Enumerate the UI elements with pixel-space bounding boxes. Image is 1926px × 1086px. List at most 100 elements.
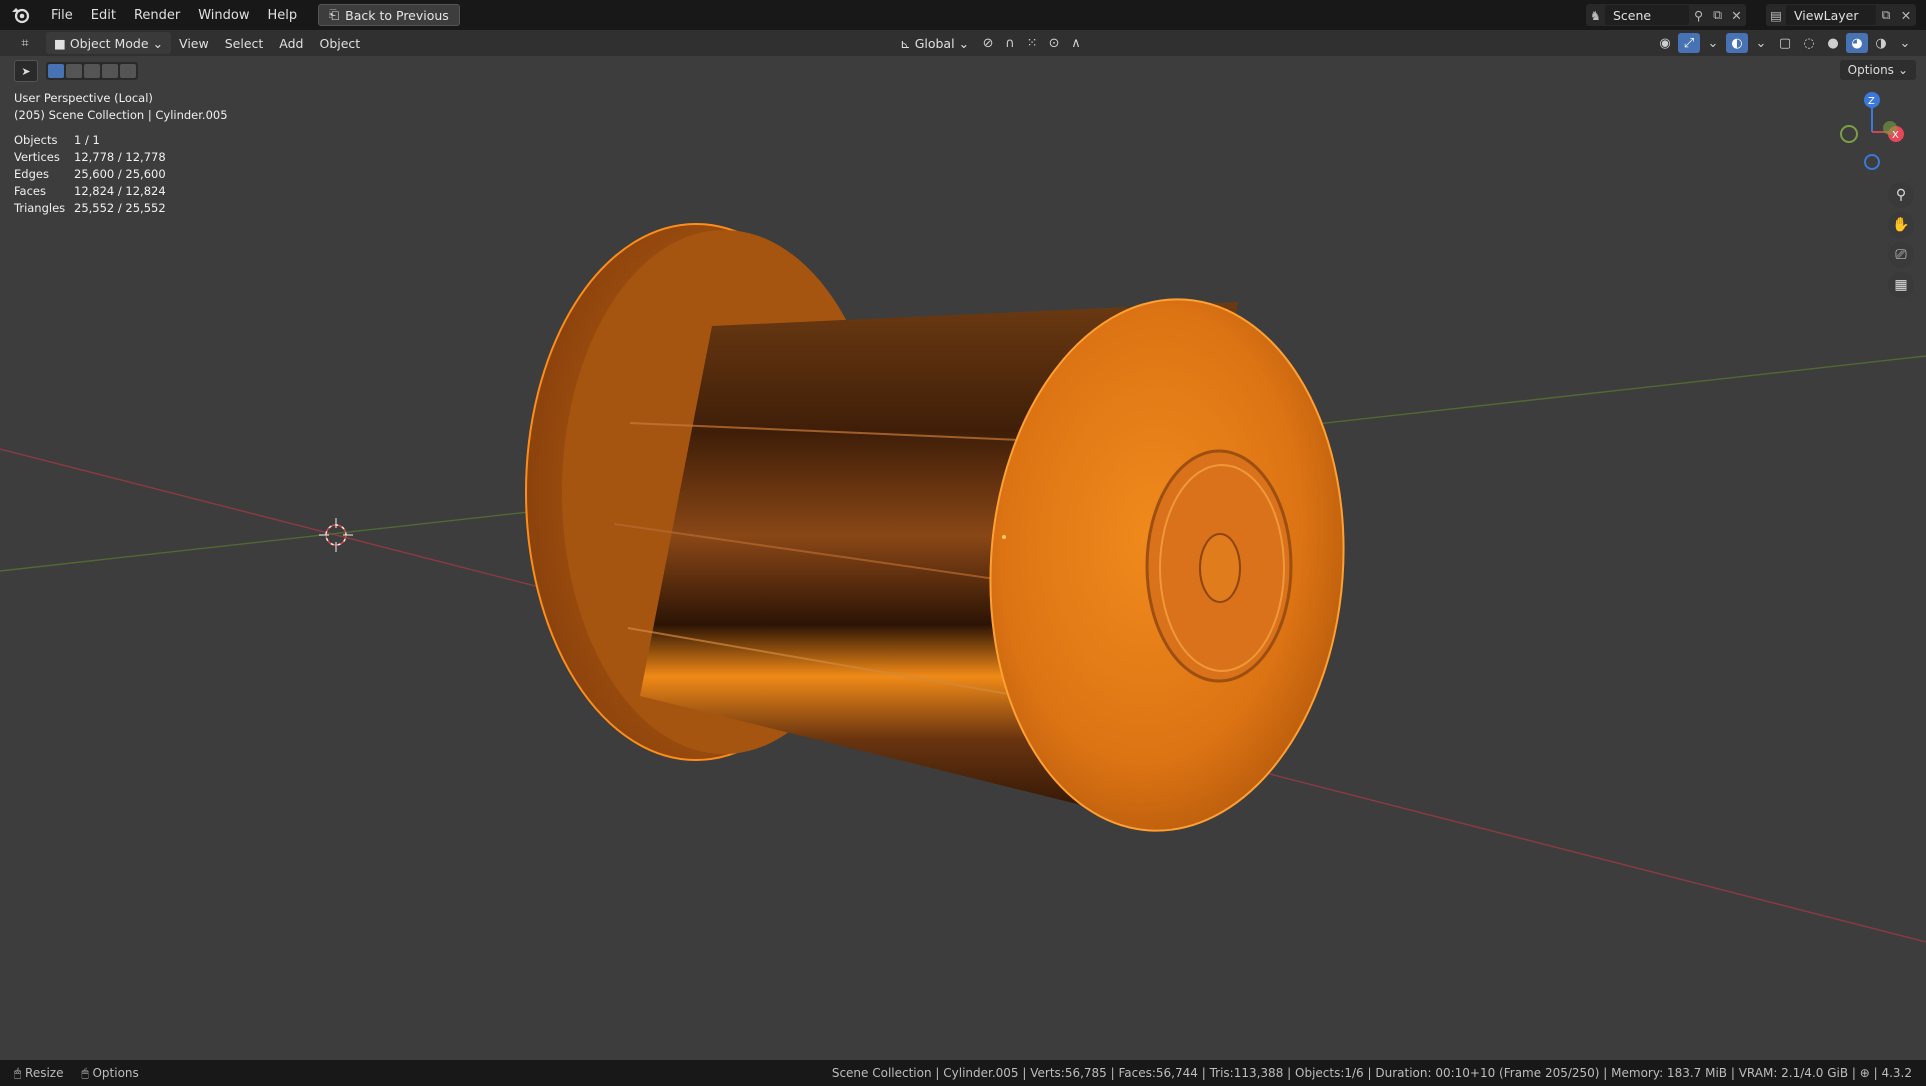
wireframe-shading-icon[interactable]: ◌ [1798, 33, 1820, 53]
view-layer-icon: ▤ [1770, 7, 1782, 23]
viewport-scene: Z X [0, 92, 1926, 943]
proportional-edit-icon[interactable]: ⊙ [1043, 33, 1065, 53]
menu-object[interactable]: Object [311, 32, 368, 54]
snap-icon[interactable]: ∩ [999, 33, 1021, 53]
stats-row: Edges 25,600 / 25,600 [14, 166, 166, 183]
menu-edit[interactable]: Edit [82, 8, 125, 23]
select-extend-icon[interactable] [66, 64, 82, 78]
stats-label: Triangles [14, 201, 66, 215]
pin-icon[interactable]: ⚲ [1689, 5, 1708, 25]
new-scene-icon[interactable]: ⧉ [1708, 5, 1727, 25]
stats-label: Edges [14, 167, 49, 181]
viewport-display-controls: ◉ ⤢ ⌄ ◐ ⌄ ▢ ◌ ● ◕ ◑ ⌄ [1654, 33, 1926, 53]
stats-row: Faces 12,824 / 12,824 [14, 183, 166, 200]
status-bar: 🖱 Resize 🖱 Options Scene Collection | Cy… [0, 1060, 1926, 1086]
select-new-icon[interactable] [48, 64, 64, 78]
material-preview-icon[interactable]: ◕ [1846, 33, 1868, 53]
chevron-down-icon: ⌄ [152, 35, 164, 51]
select-invert-icon[interactable] [102, 64, 118, 78]
cylinder-object [525, 223, 1345, 832]
scene-icon: ♞ [1589, 7, 1602, 23]
top-menu-bar: File Edit Render Window Help ⎗ Back to P… [0, 0, 1926, 30]
snap-target-icon[interactable]: ⁙ [1021, 33, 1043, 53]
stats-row: Triangles 25,552 / 25,552 [14, 200, 166, 217]
chevron-down-icon[interactable]: ⌄ [1750, 33, 1772, 53]
cursor-icon: ➤ [21, 64, 31, 78]
menu-window[interactable]: Window [189, 8, 258, 23]
stats-value: 1 / 1 [74, 133, 100, 147]
stats-value: 12,778 / 12,778 [74, 150, 166, 164]
pan-hand-icon[interactable]: ✋ [1888, 212, 1914, 238]
status-resize: 🖱 Resize [14, 1066, 63, 1081]
status-options: 🖱 Options [81, 1066, 138, 1081]
status-options-label: Options [92, 1065, 139, 1080]
gizmo-x-label: X [1892, 130, 1899, 141]
rendered-shading-icon[interactable]: ◑ [1870, 33, 1892, 53]
statistics-overlay: Objects 1 / 1 Vertices 12,778 / 12,778 Edg… [14, 132, 166, 217]
zoom-icon[interactable]: ⚲ [1888, 182, 1914, 208]
stats-value: 25,552 / 25,552 [74, 201, 166, 215]
chevron-down-icon[interactable]: ⌄ [1894, 33, 1916, 53]
blender-logo-icon[interactable] [10, 4, 32, 26]
viewport-text-info: User Perspective (Local) (205) Scene Col… [14, 90, 228, 124]
scene-selector[interactable]: ♞ Scene ⚲ ⧉ ✕ [1586, 4, 1746, 26]
status-info: Scene Collection | Cylinder.005 | Verts:… [831, 1066, 1912, 1080]
status-resize-label: Resize [25, 1065, 64, 1080]
menu-render[interactable]: Render [125, 8, 189, 23]
gizmo-toggle-icon[interactable]: ⤢ [1678, 33, 1700, 53]
viewport-options-button[interactable]: Options ⌄ [1839, 60, 1916, 80]
object-mode-label: Object Mode [69, 35, 149, 51]
perspective-label: User Perspective (Local) [14, 91, 153, 105]
menu-help[interactable]: Help [259, 8, 307, 23]
editor-type-icon[interactable]: ⌗ [14, 33, 36, 53]
menu-select[interactable]: Select [217, 32, 272, 54]
falloff-icon[interactable]: ∧ [1065, 33, 1087, 53]
select-subtract-icon[interactable] [84, 64, 100, 78]
visibility-icon[interactable]: ◉ [1654, 33, 1676, 53]
collection-info: (205) Scene Collection | Cylinder.005 [14, 108, 228, 122]
camera-view-icon[interactable]: ⎚ [1888, 242, 1914, 268]
delete-scene-icon[interactable]: ✕ [1727, 5, 1746, 25]
tool-row: ➤ [14, 60, 138, 82]
stats-label: Vertices [14, 150, 60, 164]
select-intersect-icon[interactable] [120, 64, 136, 78]
navigation-gizmo[interactable]: Z X [1840, 92, 1904, 170]
stats-label: Faces [14, 184, 46, 198]
delete-view-layer-icon[interactable]: ✕ [1896, 5, 1916, 25]
new-view-layer-icon[interactable]: ⧉ [1876, 5, 1896, 25]
stats-value: 12,824 / 12,824 [74, 184, 166, 198]
scene-name-field[interactable]: Scene [1604, 5, 1690, 25]
object-mode-dropdown[interactable]: ■ Object Mode ⌄ [46, 32, 172, 54]
pivot-point-icon[interactable]: ⊘ [977, 33, 999, 53]
back-to-previous-button[interactable]: ⎗ Back to Previous [318, 4, 460, 26]
transform-orientation-dropdown[interactable]: ⊾ Global ⌄ [892, 32, 977, 54]
menu-file[interactable]: File [42, 8, 82, 23]
menu-view[interactable]: View [171, 32, 217, 54]
xray-icon[interactable]: ▢ [1774, 33, 1796, 53]
stats-row: Vertices 12,778 / 12,778 [14, 149, 166, 166]
mouse-icon: 🖱 [81, 1065, 93, 1080]
solid-shading-icon[interactable]: ● [1822, 33, 1844, 53]
3d-viewport[interactable]: Z X ➤ Options ⌄ User Perspective (Local)… [0, 56, 1926, 1060]
options-label: Options [1847, 63, 1894, 77]
chevron-down-icon: ⌄ [958, 35, 970, 51]
selection-mode-buttons [46, 62, 138, 80]
chevron-down-icon[interactable]: ⌄ [1702, 33, 1724, 53]
chevron-down-icon: ⌄ [1897, 63, 1908, 77]
mouse-icon: 🖱 [14, 1065, 26, 1080]
stats-row: Objects 1 / 1 [14, 132, 166, 149]
overlay-toggle-icon[interactable]: ◐ [1726, 33, 1748, 53]
back-icon: ⎗ [329, 7, 340, 22]
stats-label: Objects [14, 133, 58, 147]
viewport-header: ⌗ ■ Object Mode ⌄ View Select Add Object… [0, 30, 1926, 56]
view-layer-name-field[interactable]: ViewLayer [1786, 5, 1876, 25]
select-tool-icon[interactable]: ➤ [14, 60, 38, 82]
menu-add[interactable]: Add [271, 32, 311, 54]
perspective-toggle-icon[interactable]: ▦ [1888, 272, 1914, 298]
view-layer-selector[interactable]: ▤ ViewLayer ⧉ ✕ [1766, 4, 1916, 26]
object-mode-icon: ■ [54, 35, 66, 51]
back-to-previous-label: Back to Previous [345, 7, 449, 23]
transform-orientation-label: Global [914, 35, 955, 51]
stats-value: 25,600 / 25,600 [74, 167, 166, 181]
orientation-icon: ⊾ [900, 35, 911, 51]
